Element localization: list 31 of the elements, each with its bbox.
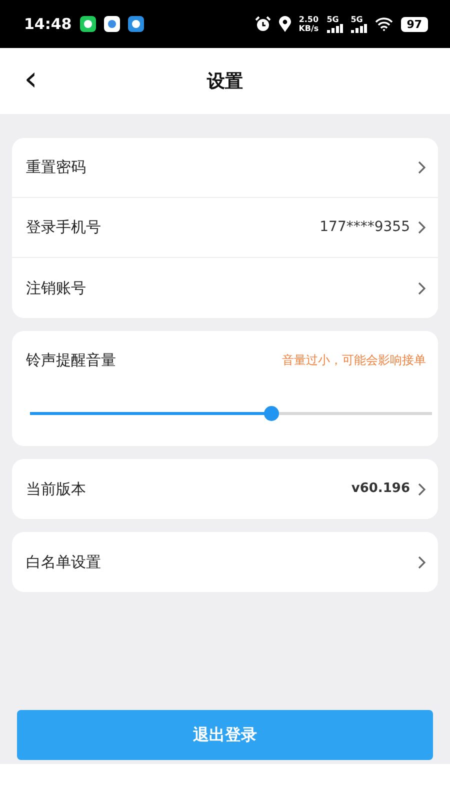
row-label: 铃声提醒音量 <box>26 350 116 371</box>
status-time: 14:48 <box>24 14 72 35</box>
chevron-right-icon <box>418 161 426 174</box>
chevron-right-icon <box>418 482 426 496</box>
row-label: 注销账号 <box>26 278 87 299</box>
chat-app-icon <box>80 16 96 32</box>
alarm-icon <box>254 16 271 32</box>
speed-unit: KB/s <box>298 24 319 33</box>
chevron-right-icon <box>418 221 426 234</box>
row-label: 白名单设置 <box>26 552 102 573</box>
network-type: 5G <box>326 16 340 24</box>
back-button[interactable]: ‹ <box>18 62 44 96</box>
chevron-right-icon <box>418 282 426 294</box>
chevron-right-icon <box>418 556 426 568</box>
location-icon <box>278 16 291 32</box>
signal-icon <box>326 24 343 32</box>
row-label: 登录手机号 <box>26 217 102 238</box>
wifi-icon <box>374 17 393 31</box>
page-title: 设置 <box>207 70 243 94</box>
signal-icon <box>350 24 367 32</box>
message-app-icon <box>104 16 120 32</box>
row-value: 177****9355 <box>320 218 410 237</box>
app-icon <box>128 16 144 32</box>
row-label: 重置密码 <box>26 157 87 178</box>
warning-text: 音量过小，可能会影响接单 <box>282 352 426 370</box>
row-label: 当前版本 <box>26 478 87 500</box>
row-value: v60.196 <box>351 480 410 498</box>
network-type: 5G <box>350 16 364 24</box>
network-speed: 2.50 <box>298 15 319 24</box>
slider-thumb[interactable] <box>264 406 280 420</box>
battery-level: 97 <box>400 16 428 32</box>
